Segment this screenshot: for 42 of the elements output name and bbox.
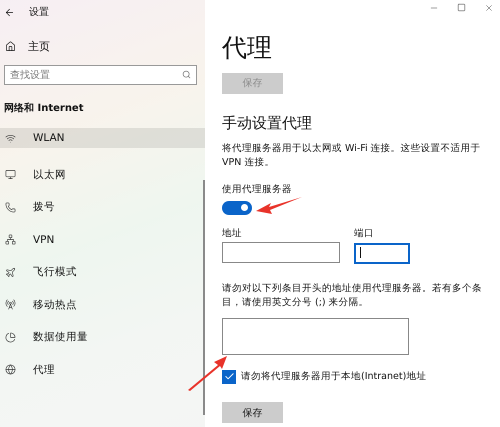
antenna-icon bbox=[5, 299, 16, 310]
checkbox[interactable] bbox=[222, 370, 236, 384]
checkbox-label: 请勿将代理服务器用于本地(Intranet)地址 bbox=[241, 370, 426, 382]
home-icon bbox=[5, 40, 16, 52]
exceptions-text: 请勿对以下列条目开头的地址使用代理服务器。若有多个条目，请使用英文分号 (;) 来分隔。 bbox=[222, 282, 483, 310]
save-button[interactable]: 保存 bbox=[222, 402, 283, 423]
back-arrow-icon[interactable] bbox=[4, 6, 15, 18]
pie-chart-icon bbox=[5, 332, 16, 343]
toggle-label: 使用代理服务器 bbox=[222, 182, 292, 196]
annotation-arrow bbox=[188, 355, 228, 391]
sidebar-item[interactable]: 数据使用量 bbox=[0, 321, 205, 354]
search-field[interactable]: 查找设置 bbox=[4, 65, 197, 85]
section-heading: 手动设置代理 bbox=[222, 114, 313, 132]
sidebar-item[interactable]: 代理 bbox=[0, 354, 205, 386]
sidebar-item[interactable]: VPN bbox=[0, 224, 205, 256]
description: 将代理服务器用于以太网或 Wi-Fi 连接。这些设置不适用于 VPN 连接。 bbox=[222, 142, 482, 170]
check-icon bbox=[224, 371, 234, 382]
field-label: 地址 bbox=[222, 226, 242, 240]
close-icon[interactable] bbox=[484, 3, 494, 13]
network-icon bbox=[5, 234, 16, 246]
page-title: 代理 bbox=[222, 33, 273, 63]
proxy-toggle[interactable] bbox=[222, 200, 252, 214]
sidebar-item[interactable]: 以太网 bbox=[0, 158, 205, 191]
port-field[interactable] bbox=[354, 242, 410, 264]
globe-icon bbox=[5, 364, 16, 376]
phone-icon bbox=[5, 202, 16, 213]
wifi-icon bbox=[5, 132, 16, 144]
address-field[interactable] bbox=[222, 242, 340, 262]
sidebar-item[interactable]: 移动热点 bbox=[0, 288, 205, 321]
airplane-icon bbox=[5, 266, 16, 278]
maximize-icon[interactable] bbox=[457, 3, 466, 12]
annotation-arrow bbox=[256, 196, 302, 214]
monitor-icon bbox=[5, 169, 16, 180]
sidebar-item[interactable]: 拨号 bbox=[0, 191, 205, 224]
search-icon[interactable] bbox=[182, 70, 191, 79]
home-link[interactable]: 主页 bbox=[0, 24, 205, 56]
window-title: 设置 bbox=[29, 6, 49, 19]
exceptions-field[interactable] bbox=[222, 318, 409, 354]
section-heading: 网络和 Internet bbox=[3, 102, 84, 115]
field-label: 端口 bbox=[354, 226, 374, 240]
sidebar-item[interactable]: WLAN bbox=[0, 128, 205, 148]
sidebar-item[interactable]: 飞行模式 bbox=[0, 256, 205, 288]
